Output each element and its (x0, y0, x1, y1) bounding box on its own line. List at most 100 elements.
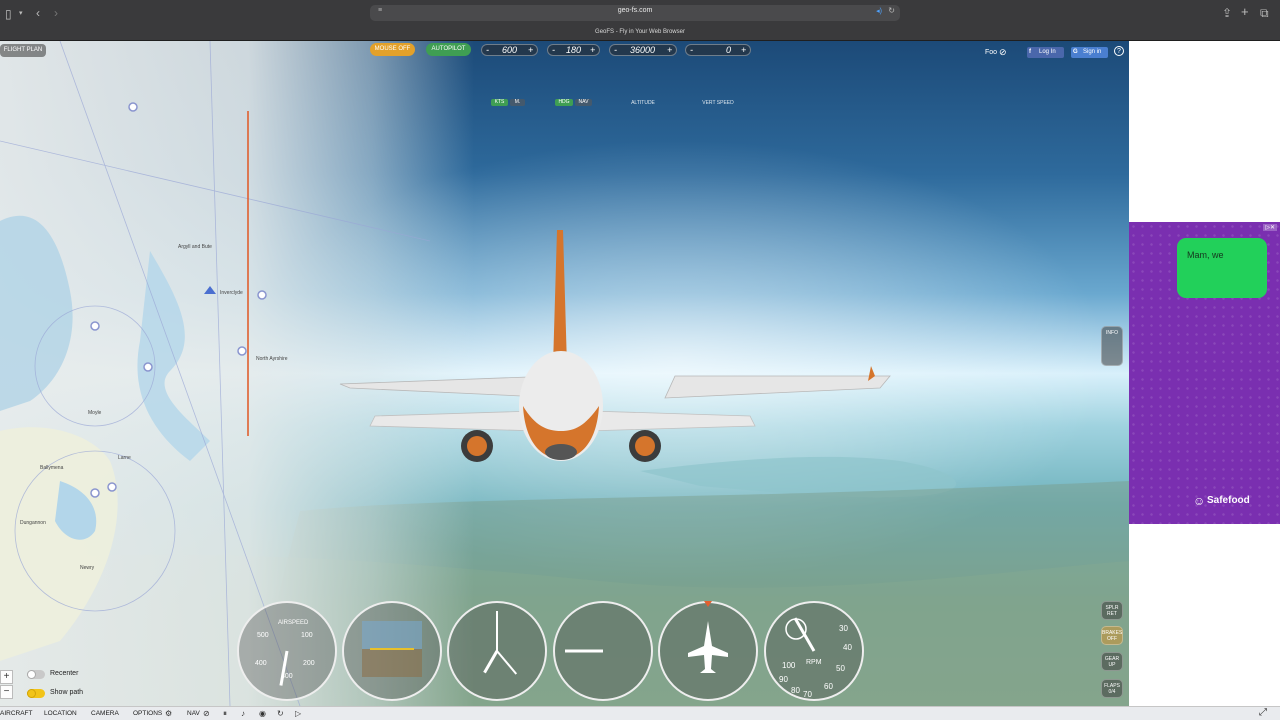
menu-aircraft[interactable]: AIRCRAFT (0, 710, 33, 718)
back-icon[interactable]: ‹ (36, 6, 40, 20)
rpm-label: RPM (806, 659, 822, 666)
google-signin-button[interactable]: G Sign in (1071, 47, 1108, 58)
vs-decrease-button[interactable]: - (690, 45, 693, 56)
gear-button[interactable]: GEAR UP (1101, 652, 1123, 671)
rpm-tick: 40 (843, 643, 852, 652)
toggle-knob (27, 670, 36, 679)
vs-increase-button[interactable]: + (741, 45, 746, 56)
chevron-down-icon[interactable]: ▾ (19, 7, 23, 21)
speed-kts-toggle[interactable]: KTS (491, 99, 508, 106)
left-engine-core (467, 436, 487, 456)
rpm-tick: 30 (839, 624, 848, 633)
altitude-decrease-button[interactable]: - (614, 45, 617, 56)
reset-icon[interactable]: ↻ (277, 709, 284, 719)
facebook-login-button[interactable]: f Log In (1027, 47, 1064, 58)
flight-viewport[interactable]: Argyll and Bute Inverclyde North Ayrshir… (0, 41, 1129, 706)
mute-icon[interactable]: ♪ (241, 709, 245, 719)
play-icon[interactable]: ▷ (295, 709, 301, 719)
vertical-speed-label: VERT SPEED (702, 100, 734, 106)
airspeed-label: AIRSPEED (278, 620, 309, 626)
airspeed-indicator (237, 601, 337, 701)
ad-choices-icon[interactable]: ▷✕ (1263, 224, 1277, 231)
forward-icon[interactable]: › (54, 6, 58, 20)
map-label: Larne (118, 455, 131, 461)
heading-hdg-toggle[interactable]: HDG (555, 99, 573, 106)
right-engine-core (635, 436, 655, 456)
mouse-toggle-button[interactable]: MOUSE OFF (370, 43, 415, 56)
map-zoom-in-button[interactable]: + (0, 670, 13, 684)
speed-decrease-button[interactable]: - (486, 45, 489, 56)
flaps-button[interactable]: FLAPS 0/4 (1101, 679, 1123, 698)
heading-nav-toggle[interactable]: NAV (575, 99, 592, 106)
menu-camera[interactable]: CAMERA (91, 710, 119, 718)
map-zoom-out-button[interactable]: − (0, 685, 13, 699)
gear-icon: ⚙ (165, 709, 173, 718)
autopilot-button[interactable]: AUTOPILOT (426, 43, 471, 56)
speed-mach-toggle[interactable]: M. (510, 99, 525, 106)
airspeed-tick: 300 (281, 673, 293, 680)
no-ads-icon[interactable]: ⊘ (999, 47, 1007, 58)
share-icon[interactable]: ⇪ (1222, 6, 1232, 20)
heading-control: - 180 + (547, 44, 600, 56)
airspeed-tick: 400 (255, 660, 267, 667)
right-wing (664, 375, 891, 399)
rpm-tick: 80 (791, 686, 800, 695)
heading-value[interactable]: 180 (566, 45, 581, 56)
address-bar[interactable]: ≡ geo-fs.com ◂) ↻ (370, 5, 900, 21)
ad-blank-top (1129, 41, 1280, 222)
tail-cone (545, 444, 577, 460)
right-stabilizer (584, 410, 756, 432)
pause-icon[interactable]: ⏸ (223, 709, 227, 719)
altitude-label: ALTITUDE (631, 100, 655, 106)
toggle-knob (27, 689, 36, 698)
advertisement[interactable]: ▷✕ Mam, we ☺ Safefood (1129, 222, 1280, 524)
tab-overview-icon[interactable]: ⧉ (1260, 6, 1269, 20)
airspeed-tick: 500 (257, 632, 269, 639)
vertical-speed-control: - 0 + (685, 44, 751, 56)
fullscreen-icon[interactable]: ⤢ (1259, 708, 1267, 718)
view-icon[interactable]: ◉ (259, 709, 266, 719)
airplane-model (339, 230, 891, 462)
map-label: Newry (80, 565, 95, 571)
recenter-label: Recenter (50, 670, 79, 677)
instrument-panel (237, 601, 864, 701)
reload-icon[interactable]: ↻ (888, 6, 895, 15)
audio-playing-icon[interactable]: ◂) (876, 7, 882, 15)
info-panel-button[interactable]: INFO (1101, 326, 1123, 366)
altitude-control: - 36000 + (609, 44, 677, 56)
altimeter (447, 601, 547, 701)
altitude-value[interactable]: 36000 (630, 45, 655, 56)
map-label: Dungannon (20, 520, 46, 526)
heading-indicator (658, 601, 758, 701)
airspeed-tick: 200 (303, 660, 315, 667)
airspeed-tick: 100 (301, 632, 313, 639)
map-label: Moyle (88, 410, 102, 416)
speed-control: - 600 + (481, 44, 538, 56)
bottom-menu-bar: AIRCRAFT LOCATION CAMERA OPTIONS ⚙ NAV ⊘… (0, 706, 1280, 720)
brakes-button[interactable]: BRAKES OFF (1101, 626, 1123, 645)
speed-value[interactable]: 600 (502, 45, 517, 56)
attitude-indicator (342, 601, 442, 701)
ad-blank-bottom (1129, 524, 1280, 706)
new-tab-icon[interactable]: + (1241, 5, 1249, 19)
spoilers-button[interactable]: SPLR RET (1101, 601, 1123, 620)
menu-location[interactable]: LOCATION (44, 710, 77, 718)
rpm-tick: 100 (782, 661, 796, 670)
sidebar-toggle-icon[interactable]: ▯ (5, 7, 12, 21)
facebook-login-label: Log In (1039, 49, 1056, 55)
help-button[interactable]: ? (1114, 46, 1124, 56)
menu-nav[interactable]: NAV (187, 710, 200, 718)
heading-decrease-button[interactable]: - (552, 45, 555, 56)
altitude-increase-button[interactable]: + (667, 45, 672, 56)
menu-options[interactable]: OPTIONS (133, 710, 162, 718)
heading-increase-button[interactable]: + (590, 45, 595, 56)
flight-plan-button[interactable]: FLIGHT PLAN (0, 44, 46, 57)
map-aircraft-marker (204, 286, 216, 294)
speed-increase-button[interactable]: + (528, 45, 533, 56)
safefood-logo-icon: ☺ (1193, 494, 1206, 508)
vs-value[interactable]: 0 (726, 45, 731, 56)
recenter-toggle[interactable] (27, 670, 45, 679)
show-path-toggle[interactable] (27, 689, 45, 698)
map-label: Argyll and Bute (178, 244, 212, 250)
active-tab-title[interactable]: GeoFS - Fly in Your Web Browser (0, 29, 1280, 35)
